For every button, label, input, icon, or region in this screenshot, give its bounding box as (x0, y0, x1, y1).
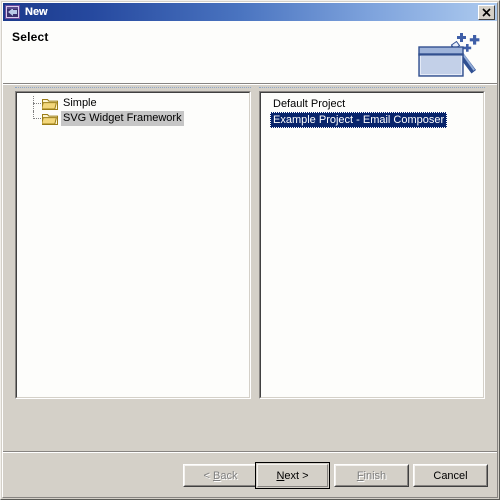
finish-button-label: Finish (356, 469, 387, 482)
title-bar[interactable]: New (3, 3, 497, 21)
cancel-button-face: Cancel (414, 465, 487, 486)
tree-focus-hairline (15, 87, 251, 89)
list-item-example-project-email-composer[interactable]: Example Project - Email Composer (261, 112, 483, 128)
list-item-label: Default Project (273, 98, 346, 110)
finish-button-face: Finish (335, 465, 408, 486)
back-button-label: < Back (203, 469, 238, 482)
eclipse-new-wizard-icon (5, 4, 21, 20)
tree-item-label: SVG Widget Framework (61, 111, 184, 126)
close-button[interactable] (478, 4, 495, 20)
back-button[interactable]: < Back (183, 464, 258, 487)
category-tree-items: Simple SVG Widget Framework (17, 96, 249, 126)
wizard-header: Select (3, 21, 497, 83)
next-button-label: Next > (276, 469, 309, 482)
template-list-items: Default Project Example Project - Email … (261, 96, 483, 128)
tree-item-svg-widget-framework[interactable]: SVG Widget Framework (17, 111, 249, 126)
new-wizard-dialog: New Select Simple SVG Widget Framework D… (0, 0, 500, 500)
category-tree[interactable]: Simple SVG Widget Framework (15, 91, 251, 399)
tree-elbow-icon (26, 96, 42, 111)
page-title: Select (12, 30, 49, 44)
list-item-default-project[interactable]: Default Project (261, 96, 483, 112)
next-button[interactable]: Next > (255, 462, 330, 489)
folder-icon (40, 112, 58, 125)
template-list-viewport[interactable]: Default Project Example Project - Email … (260, 92, 484, 398)
template-list[interactable]: Default Project Example Project - Email … (259, 91, 485, 399)
next-button-face: Next > (257, 464, 328, 487)
wizard-body: Simple SVG Widget Framework Default Proj… (3, 85, 497, 449)
list-item-label: Example Project - Email Composer (270, 112, 448, 128)
list-focus-hairline (259, 87, 485, 89)
close-icon (479, 6, 494, 19)
folder-icon (40, 97, 58, 110)
button-bar: < Back Next > Finish Cancel (3, 453, 497, 497)
cancel-button-label: Cancel (433, 469, 468, 482)
tree-item-label: Simple (63, 97, 97, 109)
tree-item-simple[interactable]: Simple (17, 96, 249, 111)
new-wizard-banner-folder-wand-icon (413, 25, 489, 81)
category-tree-viewport[interactable]: Simple SVG Widget Framework (16, 92, 250, 398)
back-button-face: < Back (184, 465, 257, 486)
finish-button[interactable]: Finish (334, 464, 409, 487)
cancel-button[interactable]: Cancel (413, 464, 488, 487)
tree-elbow-icon (26, 111, 42, 126)
window-title: New (25, 6, 48, 18)
